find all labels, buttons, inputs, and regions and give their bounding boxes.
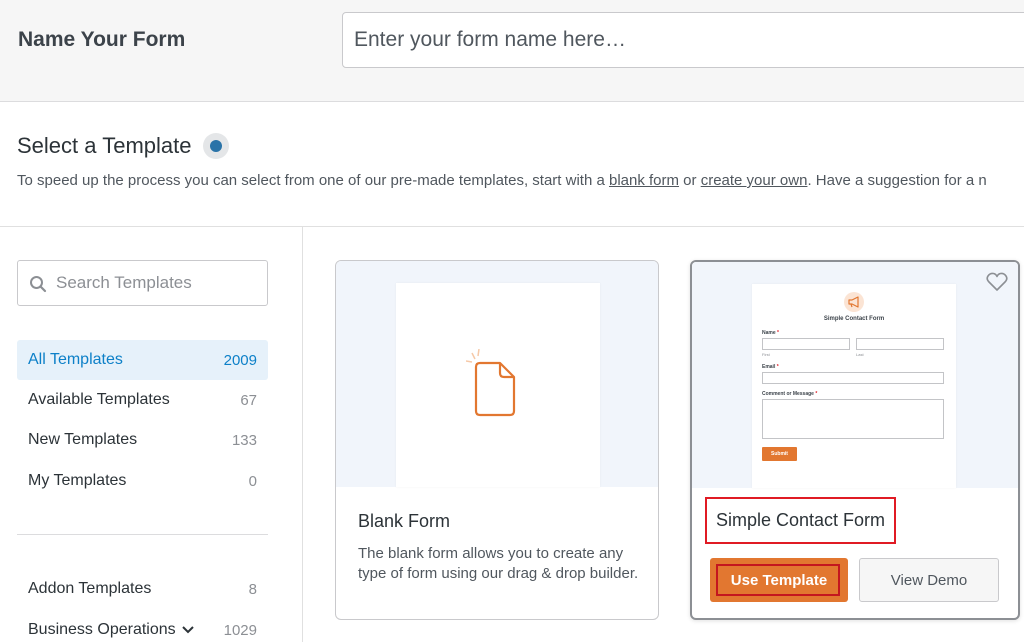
section-divider (0, 226, 1024, 227)
category-label: Available Templates (28, 391, 170, 408)
category-label: My Templates (28, 472, 127, 489)
preview-title: Simple Contact Form (823, 316, 885, 322)
file-icon (466, 349, 516, 417)
preview-comment-label: Comment or Message * (762, 391, 818, 397)
section-title-text: Select a Template (17, 133, 192, 158)
help-dot-icon[interactable] (203, 133, 230, 159)
category-count: 133 (231, 431, 257, 449)
category-count: 2009 (223, 351, 257, 369)
heart-icon[interactable] (986, 272, 1008, 292)
sidebar-item-available-templates[interactable]: Available Templates 67 (17, 380, 268, 420)
category-label: Business Operations (28, 621, 176, 638)
megaphone-icon (844, 292, 864, 312)
preview-name-label: Name * (762, 330, 779, 336)
preview-first-field (762, 338, 850, 350)
search-input[interactable] (56, 262, 261, 304)
preview-email-field (762, 372, 944, 384)
preview-submit-button: Submit (762, 447, 797, 461)
category-count: 1029 (223, 621, 257, 639)
view-demo-button[interactable]: View Demo (859, 558, 999, 602)
preview-comment-field (762, 399, 944, 439)
category-label: All Templates (28, 351, 123, 368)
form-name-bar: Name Your Form (0, 0, 1024, 102)
category-count: 8 (248, 580, 257, 598)
sidebar-divider (302, 227, 303, 642)
preview-email-label: Email * (762, 364, 779, 370)
form-name-label: Name Your Form (18, 28, 186, 51)
desc-middle: or (679, 172, 701, 189)
highlight-box-button (716, 564, 840, 596)
category-label: New Templates (28, 431, 138, 448)
card-title: Blank Form (358, 511, 451, 531)
card-thumbnail: Simple Contact Form Name * First Last Em… (692, 262, 1018, 488)
search-icon (30, 276, 47, 293)
sidebar-item-new-templates[interactable]: New Templates 133 (17, 420, 268, 460)
sidebar-item-all-templates[interactable]: All Templates 2009 (17, 340, 268, 380)
card-description: The blank form allows you to create any … (358, 545, 639, 582)
preview-first-label: First (762, 352, 770, 357)
category-count: 67 (240, 391, 257, 409)
template-search (17, 260, 268, 306)
category-label: Addon Templates (28, 580, 152, 597)
card-preview-paper: Simple Contact Form Name * First Last Em… (752, 284, 956, 488)
chevron-down-icon[interactable] (181, 626, 194, 634)
preview-last-field (856, 338, 944, 350)
card-preview-paper (396, 283, 600, 487)
card-thumbnail (336, 261, 658, 487)
sidebar-separator (17, 534, 268, 535)
section-title: Select a Template (17, 133, 230, 159)
sidebar-item-addon-templates[interactable]: Addon Templates 8 (17, 569, 268, 609)
section-description: To speed up the process you can select f… (17, 172, 987, 189)
form-name-input[interactable] (342, 12, 1024, 68)
highlight-box-title (705, 497, 896, 544)
template-card-simple-contact-form[interactable]: Simple Contact Form Name * First Last Em… (690, 260, 1020, 620)
category-count: 0 (248, 472, 257, 490)
preview-last-label: Last (856, 352, 864, 357)
sidebar-item-business-operations[interactable]: Business Operations 1029 (17, 610, 268, 642)
blank-form-link[interactable]: blank form (609, 172, 679, 189)
desc-before: To speed up the process you can select f… (17, 172, 609, 189)
create-your-own-link[interactable]: create your own (701, 172, 808, 189)
template-card-blank-form[interactable]: Blank Form The blank form allows you to … (335, 260, 659, 620)
sidebar-item-my-templates[interactable]: My Templates 0 (17, 461, 268, 501)
desc-after: . Have a suggestion for a n (807, 172, 987, 189)
